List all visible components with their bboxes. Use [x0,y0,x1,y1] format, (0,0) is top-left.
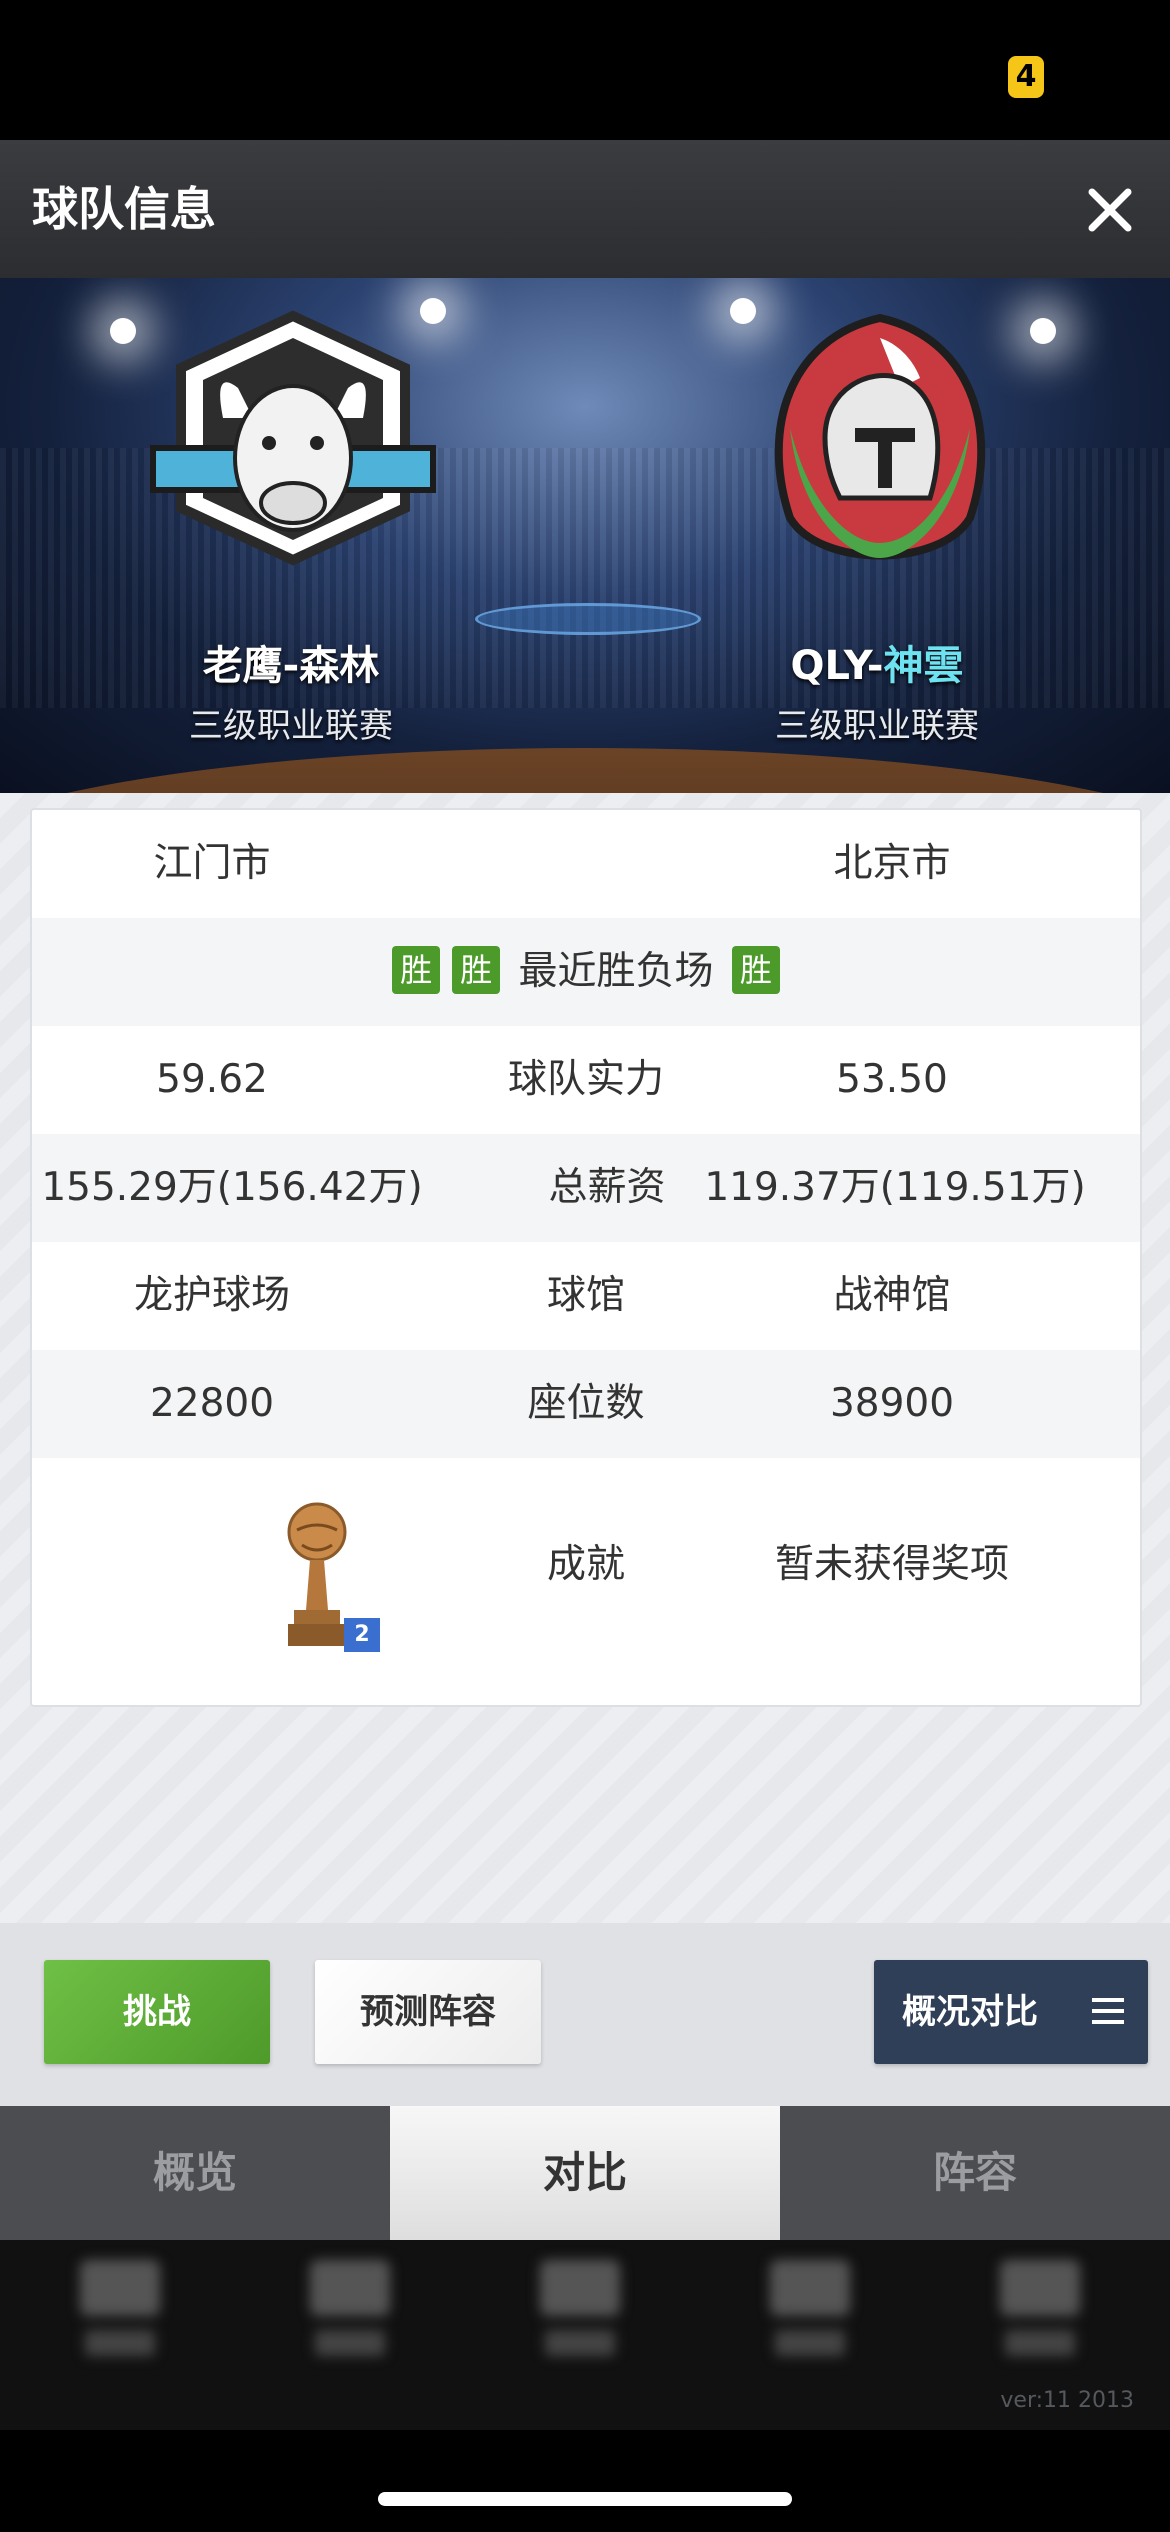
away-team-league: 三级职业联赛 [775,706,979,746]
arena-light [1030,318,1056,344]
arena-row: 龙护球场 球馆 战神馆 [32,1242,1140,1350]
away-strength: 53.50 [836,1057,948,1102]
home-bar-area [0,2430,1170,2532]
bottom-nav-item[interactable] [290,2260,410,2370]
bottom-nav-label [1005,2330,1075,2356]
predict-lineup-button[interactable]: 预测阵容 [315,1960,541,2064]
away-seats: 38900 [829,1381,955,1426]
bottom-nav-item[interactable] [980,2260,1100,2370]
recent-results-label: 最近胜负场 [518,949,714,994]
team-banner: 老鹰-森林 三级职业联赛 QLY-神雲 三级职业联赛 [0,278,1170,793]
salary-row: 155.29万(156.42万) 总薪资 119.37万(119.51万) [32,1134,1140,1242]
bottom-nav-icon [1000,2260,1080,2316]
away-achievement-value: 暂未获得奖项 [774,1542,1009,1587]
status-bar: 4 [0,0,1170,140]
seats-label: 座位数 [527,1381,645,1426]
battery-indicator: 4 [1008,56,1044,98]
court-circle [475,603,701,635]
tab-compare[interactable]: 对比 [390,2106,780,2240]
overview-compare-button[interactable]: 概况对比 [874,1960,1148,2064]
trophy-icon[interactable]: 2 [272,1500,380,1660]
strength-row: 59.62 球队实力 53.50 [32,1026,1140,1134]
away-city: 北京市 [833,841,951,886]
away-team-name: QLY-神雲 [697,633,1057,691]
home-seats: 22800 [149,1381,275,1426]
win-badge: 胜 [392,945,441,994]
bottom-nav-blurred: ver:11 2013 [0,2240,1170,2430]
away-team-name-accent: 神雲 [883,643,964,689]
bottom-nav-item[interactable] [750,2260,870,2370]
home-arena: 龙护球场 [133,1273,290,1318]
overview-compare-label: 概况对比 [902,1992,1038,2032]
header: 球队信息 [0,140,1170,278]
version-label: ver:11 2013 [1000,2388,1134,2413]
win-badge: 胜 [731,945,780,994]
city-row: 江门市 北京市 [32,810,1140,918]
recent-results: 胜胜 最近胜负场 胜 [32,918,1140,1026]
away-salary: 119.37万(119.51万) [704,1165,1086,1210]
bottom-nav-label [315,2330,385,2356]
achievement-row: 2 成就 暂未获得奖项 [32,1458,1140,1705]
bottom-nav-icon [310,2260,390,2316]
court-floor [0,748,1170,793]
arena-label: 球馆 [546,1273,625,1318]
bottom-nav-icon [540,2260,620,2316]
away-arena: 战神馆 [833,1273,951,1318]
home-salary: 155.29万(156.42万) [41,1165,423,1210]
salary-label: 总薪资 [548,1165,666,1210]
tab-overview[interactable]: 概览 [0,2106,390,2240]
achievement-label: 成就 [546,1542,625,1587]
bottom-nav-label [85,2330,155,2356]
home-city: 江门市 [153,841,271,886]
bottom-nav-item[interactable] [60,2260,180,2370]
challenge-button[interactable]: 挑战 [44,1960,270,2064]
bottom-nav-icon [80,2260,160,2316]
home-team-logo-icon[interactable] [143,308,443,588]
away-team-logo-icon[interactable] [730,308,1030,588]
strength-label: 球队实力 [507,1057,664,1102]
action-bar: 挑战 预测阵容 概况对比 [0,1923,1170,2106]
recent-results-row: 胜胜 最近胜负场 胜 [32,918,1140,1026]
bottom-nav-label [545,2330,615,2356]
bottom-nav-label [775,2330,845,2356]
tab-bar: 概览 对比 阵容 [0,2106,1170,2240]
close-icon[interactable] [1080,180,1140,240]
trophy-count-badge: 2 [344,1618,380,1652]
home-strength: 59.62 [156,1057,268,1102]
seats-row: 22800 座位数 38900 [32,1350,1140,1458]
away-team-name-prefix: QLY- [790,643,884,689]
bottom-nav-item[interactable] [520,2260,640,2370]
menu-icon [1092,1998,1124,2024]
home-team-league: 三级职业联赛 [189,706,393,746]
home-team-name: 老鹰-森林 [202,643,380,689]
bottom-nav-icon [770,2260,850,2316]
tab-lineup[interactable]: 阵容 [780,2106,1170,2240]
team-comparison-card: 江门市 北京市 胜胜 最近胜负场 胜 59.62 球队实力 53.50 155.… [30,808,1142,1707]
home-indicator[interactable] [378,2492,792,2506]
page-title: 球队信息 [32,182,216,236]
win-badge: 胜 [452,945,501,994]
arena-light [110,318,136,344]
